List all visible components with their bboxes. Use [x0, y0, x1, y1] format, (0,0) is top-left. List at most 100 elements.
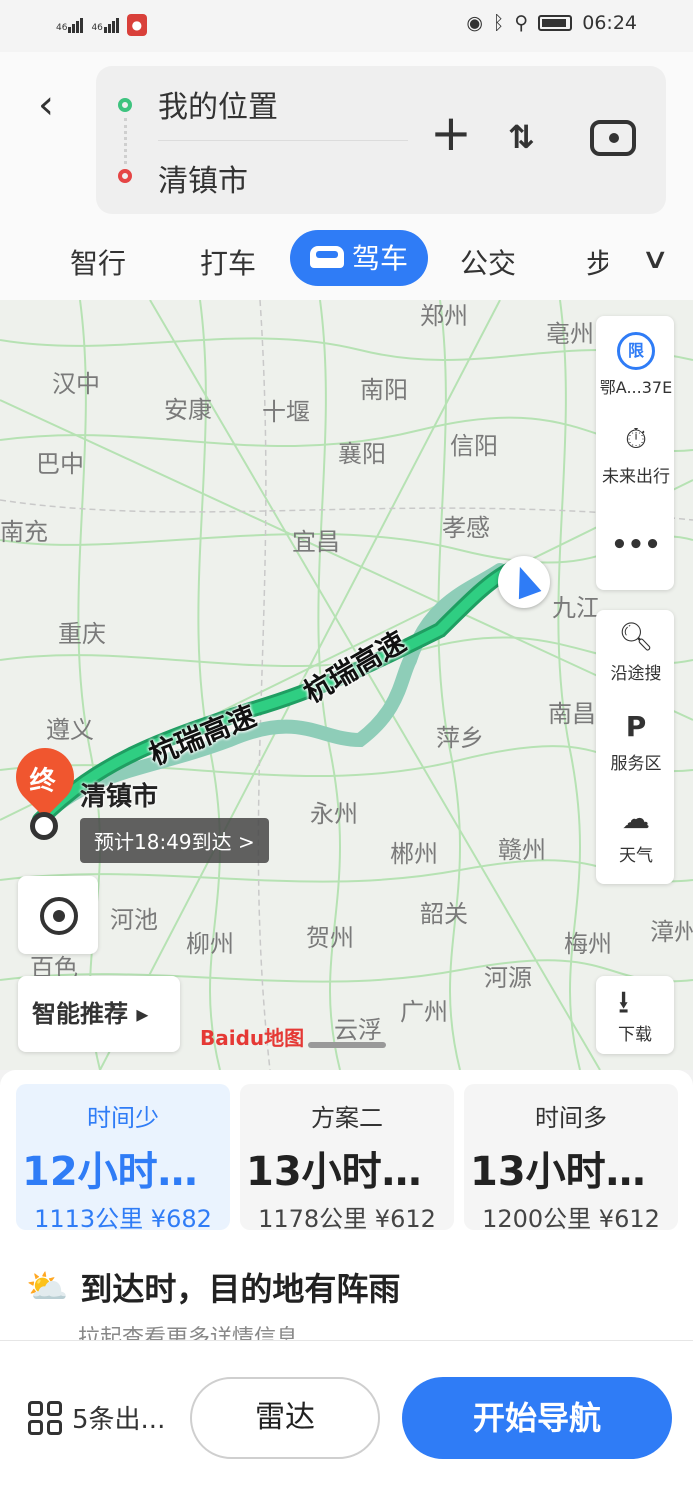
plan-time: 13小时40分 [246, 1149, 454, 1195]
cloud-icon: ☁ [622, 802, 650, 835]
map-city: 九江 [552, 594, 600, 622]
plan-info: 1200公里 ¥612 [482, 1205, 660, 1233]
destination-input[interactable]: 清镇市 [158, 156, 248, 200]
route-preference-button[interactable] [590, 120, 636, 156]
map-city: 贺州 [306, 924, 354, 952]
plan-info: 1113公里 ¥682 [34, 1205, 212, 1233]
tab-taxi[interactable]: 打车 [200, 242, 256, 282]
divider [158, 140, 408, 141]
map-city: 韶关 [420, 900, 468, 928]
map-city: 重庆 [58, 620, 106, 648]
map-city: 南昌 [548, 700, 596, 728]
restriction-button[interactable]: 限 鄂A...37E [596, 332, 676, 398]
drag-handle[interactable] [308, 1042, 386, 1048]
baidu-logo: Baidu地图 [200, 1026, 305, 1050]
start-dot-icon [118, 98, 132, 112]
map-city: 云浮 [334, 1016, 382, 1044]
status-bar: 46 46 ● ◉ ᛒ ⚲ 06:24 [0, 0, 693, 52]
plan-card-2[interactable]: 方案二 13小时40分 1178公里 ¥612 [240, 1084, 454, 1233]
signal-icon: 46 [56, 17, 84, 33]
search-along-label: 沿途搜 [610, 664, 662, 684]
start-navigation-button[interactable]: 开始导航 [402, 1377, 672, 1459]
origin-input[interactable]: 我的位置 [158, 82, 278, 126]
end-dot-icon [118, 169, 132, 183]
map-city: 漳州 [650, 918, 693, 946]
map-city: 柳州 [186, 930, 234, 958]
plate-label: 鄂A...37E [599, 378, 673, 397]
parking-icon: P [625, 710, 647, 743]
map-city: 汉中 [52, 370, 100, 398]
map-city: 郴州 [390, 840, 438, 868]
weather-title: 到达时，目的地有阵雨 [80, 1270, 401, 1308]
bluetooth-icon: ᛒ [492, 12, 505, 34]
tab-drive-label: 驾车 [352, 242, 409, 275]
map-city: 孝感 [442, 514, 490, 542]
tab-smart[interactable]: 智行 [70, 242, 126, 282]
more-button[interactable]: ••• [596, 530, 676, 560]
map-city: 赣州 [498, 836, 546, 864]
map-city: 亳州 [546, 320, 594, 348]
rain-cloud-icon: ⛅ [26, 1267, 69, 1307]
grid-icon [28, 1400, 62, 1435]
restriction-icon: 限 [617, 332, 655, 370]
signal-icon-2: 46 [91, 17, 119, 33]
map-city: 信阳 [450, 432, 498, 460]
map-city: 遵义 [46, 716, 94, 744]
route-connector [124, 118, 127, 164]
plan-info: 1178公里 ¥612 [258, 1205, 436, 1233]
route-header: ‹ 我的位置 清镇市 + ⇅ [0, 52, 693, 230]
tab-walk[interactable]: 步 [586, 242, 608, 282]
tab-transit[interactable]: 公交 [460, 242, 516, 282]
search-icon: 🔍︎ [618, 620, 654, 653]
weather-button[interactable]: ☁ 天气 [596, 802, 676, 866]
weather-label: 天气 [619, 846, 653, 866]
service-area-button[interactable]: P 服务区 [596, 710, 676, 774]
plan-card-3[interactable]: 时间多 13小时44分 1200公里 ¥612 [464, 1084, 678, 1233]
plan-time: 13小时44分 [470, 1149, 678, 1195]
destination-dot-icon [30, 812, 58, 840]
service-area-label: 服务区 [610, 754, 662, 774]
map-city: 梅州 [564, 930, 612, 958]
map-city: 郑州 [420, 302, 468, 330]
map-city: 河池 [110, 906, 158, 934]
map-city: 河源 [484, 964, 532, 992]
map-tools-panel: 限 鄂A...37E ⏱ 未来出行 ••• [596, 316, 674, 590]
location-icon: ⚲ [514, 12, 529, 34]
locate-button[interactable] [18, 876, 98, 954]
car-icon [310, 246, 344, 268]
map-city: 宜昌 [292, 528, 340, 556]
destination-label: 清镇市 [80, 782, 159, 812]
eye-icon: ◉ [466, 12, 483, 34]
tab-drive[interactable]: 驾车 [290, 230, 429, 286]
future-trip-label: 未来出行 [602, 467, 670, 487]
eta-label[interactable]: 预计18:49到达 > [80, 818, 269, 863]
radar-button[interactable]: 雷达 [190, 1377, 380, 1459]
plan-name: 方案二 [311, 1104, 383, 1132]
mic-icon: ● [126, 14, 147, 36]
map-city: 广州 [400, 998, 448, 1026]
back-button[interactable]: ‹ [38, 82, 54, 128]
map-city: 南充 [0, 518, 48, 546]
map-view[interactable]: 郑州 亳州 汉中 南阳 安康 十堰 襄阳 信阳 巴中 南充 宜昌 孝感 九江 重… [0, 300, 693, 1070]
weather-subtitle: 拉起查看更多详情信息 [78, 1326, 299, 1340]
future-trip-button[interactable]: ⏱ 未来出行 [596, 422, 676, 487]
plan-card-1[interactable]: 时间少 12小时25分 1113公里 ¥682 [16, 1084, 230, 1233]
map-city: 安康 [164, 396, 212, 424]
map-city: 巴中 [36, 450, 84, 478]
route-box: 我的位置 清镇市 + ⇅ [96, 66, 666, 214]
swap-route-button[interactable]: ⇅ [508, 118, 535, 156]
chevron-down-icon[interactable]: ∨ [640, 242, 669, 275]
search-along-button[interactable]: 🔍︎ 沿途搜 [596, 620, 676, 684]
map-city: 永州 [310, 800, 358, 828]
battery-icon [538, 15, 573, 31]
add-waypoint-button[interactable]: + [430, 108, 472, 158]
route-plans-sheet: 时间少 12小时25分 1113公里 ¥682 方案二 13小时40分 1178… [0, 1070, 693, 1340]
plan-time: 12小时25分 [22, 1149, 230, 1195]
map-city: 南阳 [360, 376, 408, 404]
weather-row[interactable]: ⛅ 到达时，目的地有阵雨 [26, 1264, 400, 1310]
stopwatch-icon: ⏱ [625, 422, 647, 455]
download-button[interactable]: 下载 [596, 976, 674, 1054]
clock: 06:24 [582, 12, 637, 34]
routes-count-button[interactable]: 5条出... [28, 1399, 165, 1436]
smart-recommend-button[interactable]: 智能推荐 ▸ [18, 976, 180, 1052]
